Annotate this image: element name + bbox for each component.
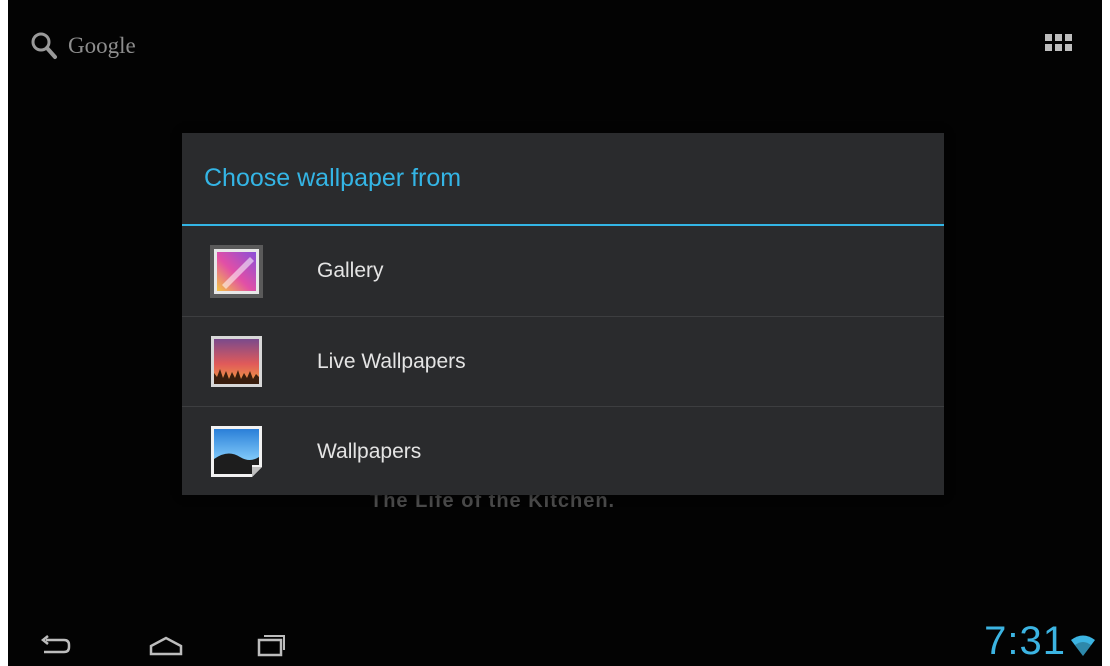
status-clock: 7:31 xyxy=(984,619,1066,663)
apps-grid-dot xyxy=(1055,34,1062,41)
option-wallpapers[interactable]: Wallpapers xyxy=(182,406,944,496)
wifi-icon xyxy=(1071,635,1095,656)
all-apps-button[interactable] xyxy=(1045,34,1072,58)
google-search-label: Google xyxy=(68,33,136,58)
option-gallery[interactable]: Gallery xyxy=(182,226,944,316)
option-label: Gallery xyxy=(317,259,384,282)
option-label: Wallpapers xyxy=(317,439,422,463)
home-screen: Google The Life of the Kitchen. Choose w… xyxy=(8,0,1102,666)
home-button[interactable] xyxy=(148,634,184,658)
apps-grid-dot xyxy=(1065,34,1072,41)
apps-grid-dot xyxy=(1045,44,1052,51)
google-search-bar[interactable]: Google xyxy=(30,26,136,66)
search-icon xyxy=(31,32,57,59)
dialog-title: Choose wallpaper from xyxy=(204,164,462,192)
recent-apps-button[interactable] xyxy=(256,632,286,658)
option-label: Live Wallpapers xyxy=(317,349,466,373)
apps-grid-dot xyxy=(1065,44,1072,51)
choose-wallpaper-dialog: Choose wallpaper from Gallery Live Wallp… xyxy=(182,133,944,495)
navigation-bar: 7:31 xyxy=(8,618,1102,666)
live-wallpapers-icon xyxy=(211,336,262,387)
gallery-icon xyxy=(210,244,263,298)
back-button[interactable] xyxy=(38,634,72,658)
option-live-wallpapers[interactable]: Live Wallpapers xyxy=(182,316,944,406)
apps-grid-dot xyxy=(1045,34,1052,41)
apps-grid-dot xyxy=(1055,44,1062,51)
wallpapers-icon xyxy=(211,426,262,477)
